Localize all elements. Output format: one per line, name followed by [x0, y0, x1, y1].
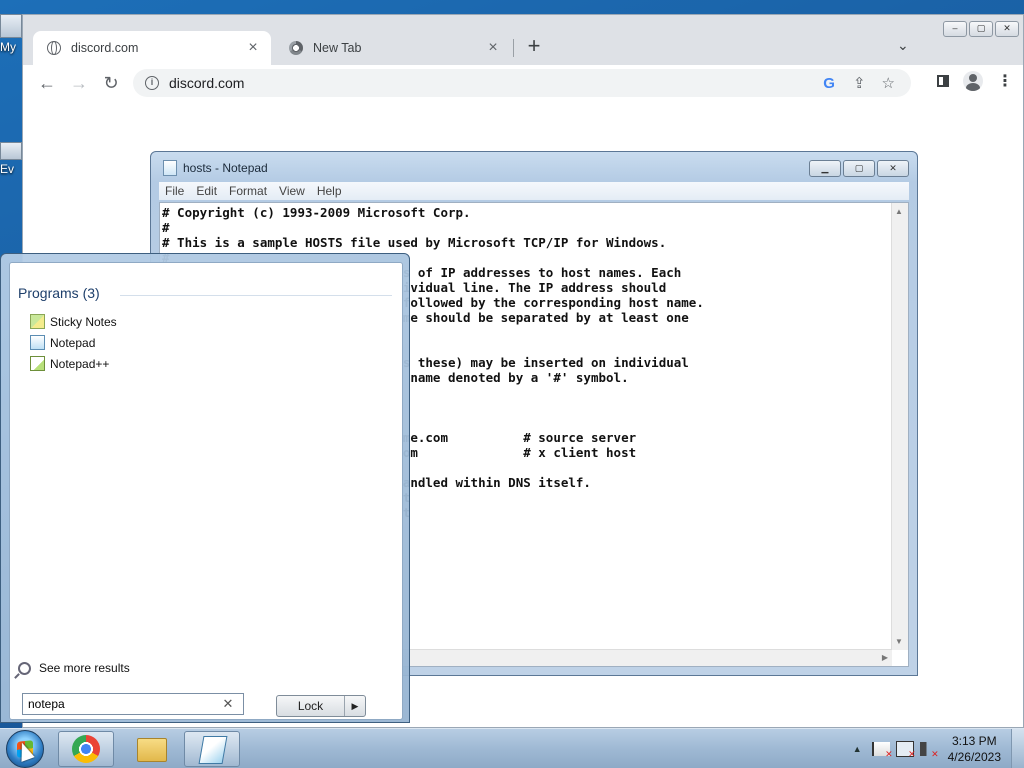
- network-icon[interactable]: [895, 741, 916, 760]
- show-desktop-button[interactable]: [1011, 729, 1024, 768]
- program-notepad-plus-plus[interactable]: Notepad++: [30, 353, 117, 374]
- share-icon[interactable]: ⇪: [853, 74, 866, 92]
- notepad-titlebar: hosts - Notepad: [163, 160, 268, 176]
- tab-search-chevron-icon[interactable]: ⌄: [897, 37, 909, 54]
- programs-heading: Programs (3): [18, 285, 100, 301]
- start-search-box[interactable]: ✕: [22, 693, 244, 715]
- scroll-right-icon[interactable]: ▶: [882, 653, 888, 662]
- menu-edit[interactable]: Edit: [196, 184, 217, 198]
- minimize-button[interactable]: ▁: [809, 160, 841, 177]
- menu-view[interactable]: View: [279, 184, 305, 198]
- start-menu-results: Programs (3) Sticky Notes Notepad Notepa…: [9, 262, 403, 720]
- clear-search-icon[interactable]: ✕: [218, 696, 238, 712]
- menu-dots-icon[interactable]: ⋮: [997, 71, 1013, 91]
- notepad-icon: [30, 335, 45, 350]
- side-panel-icon[interactable]: [937, 75, 949, 87]
- tab-separator: [513, 39, 514, 57]
- divider: [120, 295, 392, 296]
- editor-line: # This is a sample HOSTS file used by Mi…: [162, 235, 667, 250]
- program-label: Notepad: [50, 335, 96, 350]
- computer-icon: [0, 14, 22, 38]
- program-list: Sticky Notes Notepad Notepad++: [30, 311, 117, 374]
- clock-time: 3:13 PM: [951, 734, 997, 748]
- desktop-icon-label: My: [0, 40, 16, 54]
- new-tab-button[interactable]: +: [523, 35, 545, 57]
- editor-line: #: [162, 220, 170, 235]
- notepad-icon: [163, 160, 177, 176]
- close-tab-icon[interactable]: ×: [485, 39, 501, 57]
- taskbar-explorer-button[interactable]: [122, 731, 178, 767]
- close-button[interactable]: ✕: [995, 21, 1019, 37]
- tab-discord[interactable]: discord.com ×: [33, 31, 271, 65]
- sticky-notes-icon: [30, 314, 45, 329]
- volume-icon[interactable]: [919, 742, 939, 760]
- browser-toolbar: ← → ↻ i discord.com G ⇪ ☆ ⋮: [23, 65, 1023, 101]
- bookmark-star-icon[interactable]: ☆: [882, 74, 895, 92]
- chrome-icon: [289, 41, 303, 55]
- see-more-results-link[interactable]: See more results: [18, 661, 130, 675]
- tab-strip: discord.com × New Tab × + ⌄ – ▢ ✕: [23, 15, 1023, 65]
- taskbar: ▲ 3:13 PM 4/26/2023: [0, 728, 1024, 768]
- close-tab-icon[interactable]: ×: [245, 39, 261, 57]
- program-notepad[interactable]: Notepad: [30, 332, 117, 353]
- scroll-up-icon[interactable]: ▲: [895, 207, 903, 216]
- notepad-menubar: File Edit Format View Help: [159, 182, 909, 200]
- globe-icon: [47, 41, 61, 55]
- desktop-icon-computer[interactable]: My: [0, 14, 22, 54]
- program-sticky-notes[interactable]: Sticky Notes: [30, 311, 117, 332]
- maximize-button[interactable]: ▢: [969, 21, 993, 37]
- forward-button[interactable]: →: [69, 73, 89, 93]
- see-more-label: See more results: [39, 661, 130, 675]
- reload-button[interactable]: ↻: [101, 73, 121, 93]
- address-url[interactable]: discord.com: [169, 75, 823, 91]
- editor-line: # Copyright (c) 1993-2009 Microsoft Corp…: [162, 205, 471, 220]
- notepad-icon: [198, 736, 228, 764]
- folder-icon: [137, 738, 167, 762]
- search-icon: [18, 661, 31, 675]
- chrome-icon: [72, 735, 100, 763]
- action-center-icon[interactable]: [871, 742, 893, 760]
- clock[interactable]: 3:13 PM 4/26/2023: [948, 733, 1001, 765]
- scroll-down-icon[interactable]: ▼: [895, 637, 903, 646]
- window-controls: – ▢ ✕: [943, 21, 1019, 37]
- start-menu: Programs (3) Sticky Notes Notepad Notepa…: [0, 253, 410, 723]
- toolbar-actions: ⋮: [937, 71, 1013, 91]
- maximize-button[interactable]: ▢: [843, 160, 875, 177]
- minimize-button[interactable]: –: [943, 21, 967, 37]
- site-info-icon[interactable]: i: [145, 76, 159, 90]
- taskbar-notepad-button[interactable]: [184, 731, 240, 767]
- back-button[interactable]: ←: [37, 73, 57, 93]
- window-title: hosts - Notepad: [183, 161, 268, 175]
- taskbar-chrome-button[interactable]: [58, 731, 114, 767]
- desktop-icon-ev[interactable]: Ev: [0, 142, 22, 176]
- profile-avatar-icon[interactable]: [963, 71, 983, 91]
- lock-label[interactable]: Lock: [277, 696, 345, 716]
- lock-button[interactable]: Lock ▶: [276, 695, 366, 717]
- menu-format[interactable]: Format: [229, 184, 267, 198]
- menu-help[interactable]: Help: [317, 184, 342, 198]
- desktop-icon-label: Ev: [0, 162, 15, 176]
- app-icon: [0, 142, 22, 160]
- clock-date: 4/26/2023: [947, 750, 1001, 764]
- search-input[interactable]: [28, 697, 218, 711]
- menu-file[interactable]: File: [165, 184, 184, 198]
- close-button[interactable]: ✕: [877, 160, 909, 177]
- address-bar[interactable]: i discord.com G ⇪ ☆: [133, 69, 911, 97]
- tab-title: New Tab: [313, 41, 362, 55]
- system-tray: ▲ 3:13 PM 4/26/2023: [853, 729, 1024, 768]
- tab-new-tab[interactable]: New Tab ×: [275, 31, 511, 65]
- program-label: Sticky Notes: [50, 314, 117, 329]
- show-hidden-icons-icon[interactable]: ▲: [853, 744, 862, 754]
- google-lens-icon[interactable]: G: [823, 75, 835, 92]
- notepad-plus-plus-icon: [30, 356, 45, 371]
- vertical-scrollbar[interactable]: ▲ ▼: [891, 203, 908, 650]
- notepad-window-controls: ▁ ▢ ✕: [807, 160, 909, 177]
- tab-title: discord.com: [71, 41, 139, 55]
- power-options-arrow-icon[interactable]: ▶: [345, 696, 365, 716]
- program-label: Notepad++: [50, 356, 110, 371]
